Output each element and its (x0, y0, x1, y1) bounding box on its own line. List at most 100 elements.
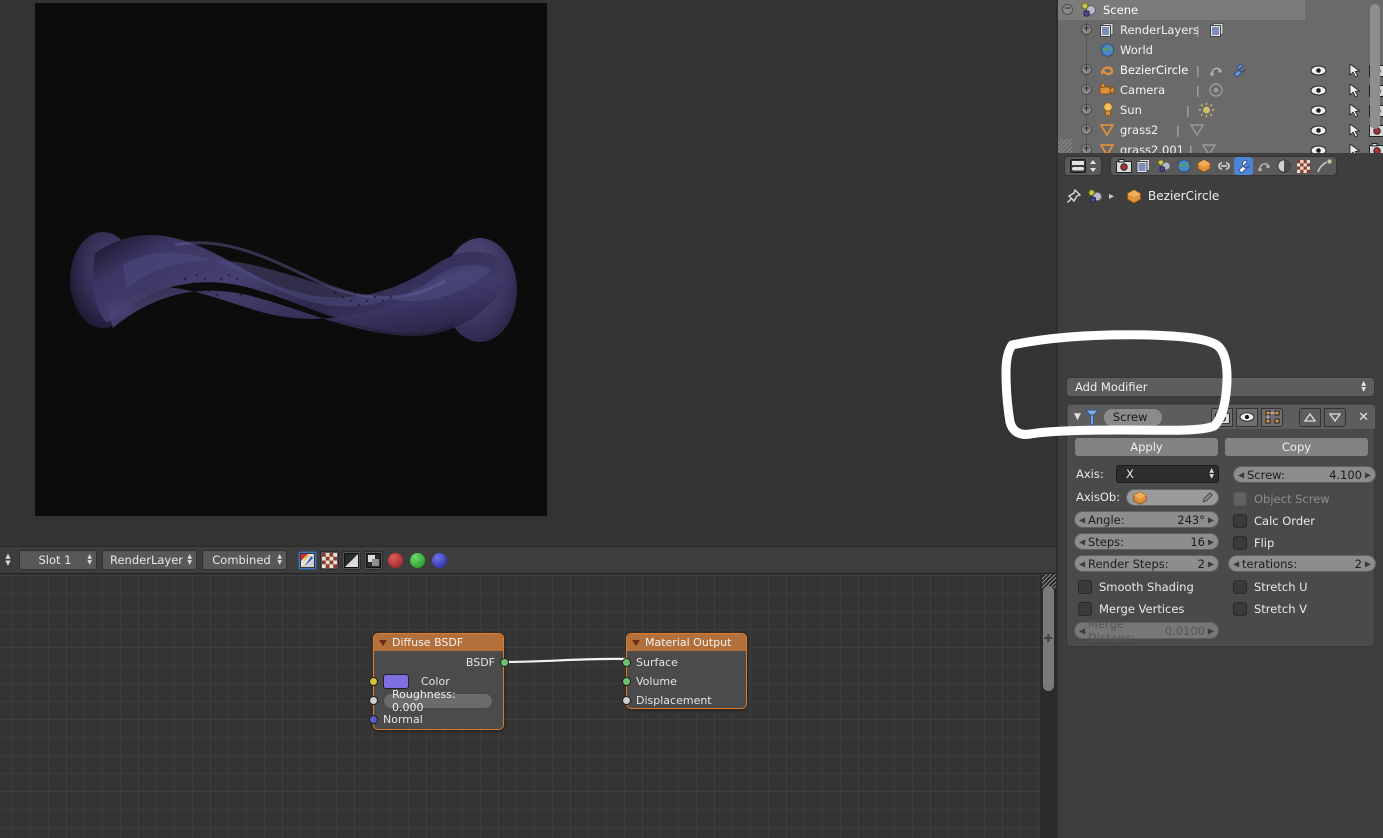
render-layers-tab[interactable] (1134, 157, 1153, 175)
node-editor-vertical-scrollbar[interactable]: ✚ (1040, 574, 1056, 838)
modifiers-tab[interactable] (1234, 157, 1253, 175)
render-visibility-toggle[interactable] (1211, 407, 1234, 427)
modifier-name-field[interactable]: Screw (1102, 407, 1164, 427)
cursor-arrow-icon[interactable] (1349, 102, 1363, 118)
move-modifier-down-button[interactable] (1324, 407, 1347, 427)
viewport-visibility-toggle[interactable] (1236, 407, 1259, 427)
socket-surface-input[interactable] (622, 658, 631, 667)
expander-minus-icon[interactable]: − (1062, 4, 1073, 15)
node-input-normal[interactable]: Normal (369, 710, 503, 729)
alpha-over-icon[interactable] (364, 550, 383, 570)
outliner-scrollbar[interactable] (1370, 4, 1380, 129)
outliner-row-camera[interactable]: + Camera | (1058, 80, 1383, 100)
scene-icon[interactable] (1087, 188, 1103, 204)
blue-channel-icon[interactable] (430, 551, 449, 570)
eye-icon[interactable] (1310, 144, 1327, 154)
cursor-arrow-icon[interactable] (1349, 142, 1363, 154)
socket-roughness-input[interactable] (369, 696, 378, 705)
axis-object-field[interactable] (1126, 489, 1219, 506)
node-input-volume[interactable]: Volume (622, 672, 746, 691)
outliner-row-renderlayers[interactable]: + RenderLayers | (1058, 20, 1305, 40)
red-channel-icon[interactable] (386, 551, 405, 570)
outliner-row-grass2-001[interactable]: + grass2.001 | (1058, 140, 1383, 153)
render-layer-selector[interactable]: RenderLayer ▲ ▼ (102, 550, 197, 570)
steps-field[interactable]: ◀ Steps: 16 ▶ (1074, 533, 1219, 550)
expander-plus-icon[interactable]: + (1081, 144, 1092, 153)
socket-color-input[interactable] (369, 677, 378, 686)
curve-data-tab[interactable] (1254, 157, 1273, 175)
chevron-down-icon[interactable]: ▼ (1074, 412, 1081, 422)
image-editor[interactable]: ▲ ▼ Slot 1 ▲ ▼ RenderLayer ▲ ▼ Combined ▲ ▼ (0, 0, 1056, 574)
edit-mode-toggle[interactable] (1261, 407, 1284, 427)
render-tab[interactable] (1114, 157, 1133, 175)
node-diffuse-bsdf[interactable]: Diffuse BSDF BSDF Color Roughness: 0.000 (369, 633, 509, 730)
chevron-left-icon[interactable]: ◀ (1238, 470, 1244, 479)
node-material-output[interactable]: Material Output Surface Volume Displacem… (622, 633, 747, 710)
node-output-bsdf[interactable]: BSDF (374, 653, 509, 672)
stretch-v-checkbox[interactable] (1233, 601, 1247, 616)
constraints-tab[interactable] (1214, 157, 1233, 175)
pin-icon[interactable] (1066, 188, 1081, 204)
expander-plus-icon[interactable]: + (1081, 64, 1092, 75)
green-channel-icon[interactable] (408, 551, 427, 570)
flip-checkbox[interactable] (1233, 535, 1247, 550)
smooth-shading-checkbox-row[interactable]: Smooth Shading (1078, 578, 1194, 595)
chevron-right-icon[interactable]: ▶ (1208, 559, 1214, 568)
apply-modifier-button[interactable]: Apply (1074, 437, 1219, 457)
stretch-u-checkbox[interactable] (1233, 579, 1247, 594)
renderlayers-data-icon[interactable] (1210, 23, 1225, 37)
object-screw-checkbox-row[interactable]: Object Screw (1233, 490, 1330, 507)
smooth-shading-checkbox[interactable] (1078, 579, 1092, 594)
properties-context-tabs[interactable] (1110, 156, 1337, 176)
cursor-arrow-icon[interactable] (1349, 122, 1363, 138)
texture-tab[interactable] (1294, 157, 1313, 175)
view-as-render-icon[interactable] (298, 550, 317, 570)
properties-editor-type-icon[interactable] (1068, 157, 1087, 175)
mesh-data-icon[interactable] (1201, 143, 1217, 153)
chevron-right-icon[interactable]: ▶ (1208, 626, 1214, 635)
eye-icon[interactable] (1310, 84, 1327, 97)
render-result-image[interactable] (35, 3, 547, 516)
node-editor[interactable]: Diffuse BSDF BSDF Color Roughness: 0.000 (0, 574, 1040, 838)
outliner-row-world[interactable]: World (1058, 40, 1305, 60)
particles-tab[interactable] (1314, 157, 1333, 175)
screw-field[interactable]: ◀ Screw: 4.100 ▶ (1233, 466, 1376, 483)
properties-tab-bar[interactable] (1058, 155, 1383, 177)
collapse-triangle-icon[interactable] (632, 639, 640, 646)
render-pass-selector[interactable]: Combined ▲ ▼ (202, 550, 287, 570)
flip-checkbox-row[interactable]: Flip (1233, 534, 1274, 551)
roughness-slider[interactable]: Roughness: 0.000 (383, 688, 493, 714)
merge-vertices-checkbox-row[interactable]: Merge Vertices (1078, 600, 1184, 617)
expander-plus-icon[interactable]: + (1081, 24, 1092, 35)
camera-data-icon[interactable] (1208, 83, 1224, 97)
merge-vertices-checkbox[interactable] (1078, 601, 1092, 616)
scene-tab[interactable] (1154, 157, 1173, 175)
node-input-displacement[interactable]: Displacement (622, 691, 746, 710)
calc-order-checkbox-row[interactable]: Calc Order (1233, 512, 1315, 529)
chevron-right-icon[interactable]: ▶ (1365, 559, 1371, 568)
render-steps-field[interactable]: ◀ Render Steps: 2 ▶ (1074, 555, 1219, 572)
stretch-u-checkbox-row[interactable]: Stretch U (1233, 578, 1308, 595)
node-header[interactable]: Diffuse BSDF (374, 634, 503, 651)
object-screw-checkbox[interactable] (1233, 491, 1247, 506)
eyedropper-icon[interactable] (1201, 491, 1213, 504)
cursor-arrow-icon[interactable] (1349, 82, 1363, 98)
eye-icon[interactable] (1310, 64, 1327, 77)
chevron-left-icon[interactable]: ◀ (1079, 537, 1085, 546)
socket-displacement-input[interactable] (622, 696, 631, 705)
chevron-left-icon[interactable]: ◀ (1079, 626, 1085, 635)
sun-data-icon[interactable] (1198, 102, 1215, 118)
expander-plus-icon[interactable]: + (1081, 104, 1092, 115)
chevron-left-icon[interactable]: ◀ (1079, 559, 1085, 568)
eye-icon[interactable] (1310, 124, 1327, 137)
delete-modifier-button[interactable]: ✕ (1358, 410, 1369, 425)
expander-plus-icon[interactable]: + (1081, 84, 1092, 95)
outliner-row-scene[interactable]: − Scene (1058, 0, 1305, 20)
chevron-left-icon[interactable]: ◀ (1079, 515, 1085, 524)
modifier-header[interactable]: ▼ Screw ✕ (1068, 405, 1375, 429)
editor-type-group[interactable] (1064, 156, 1102, 176)
chevron-left-icon[interactable]: ◀ (1233, 559, 1239, 568)
camera-render-icon[interactable] (1369, 143, 1383, 153)
properties-editor[interactable]: ▸ BezierCircle Add Modifier ▲▼ ▼ Screw (1058, 153, 1383, 838)
object-tab[interactable] (1194, 157, 1213, 175)
